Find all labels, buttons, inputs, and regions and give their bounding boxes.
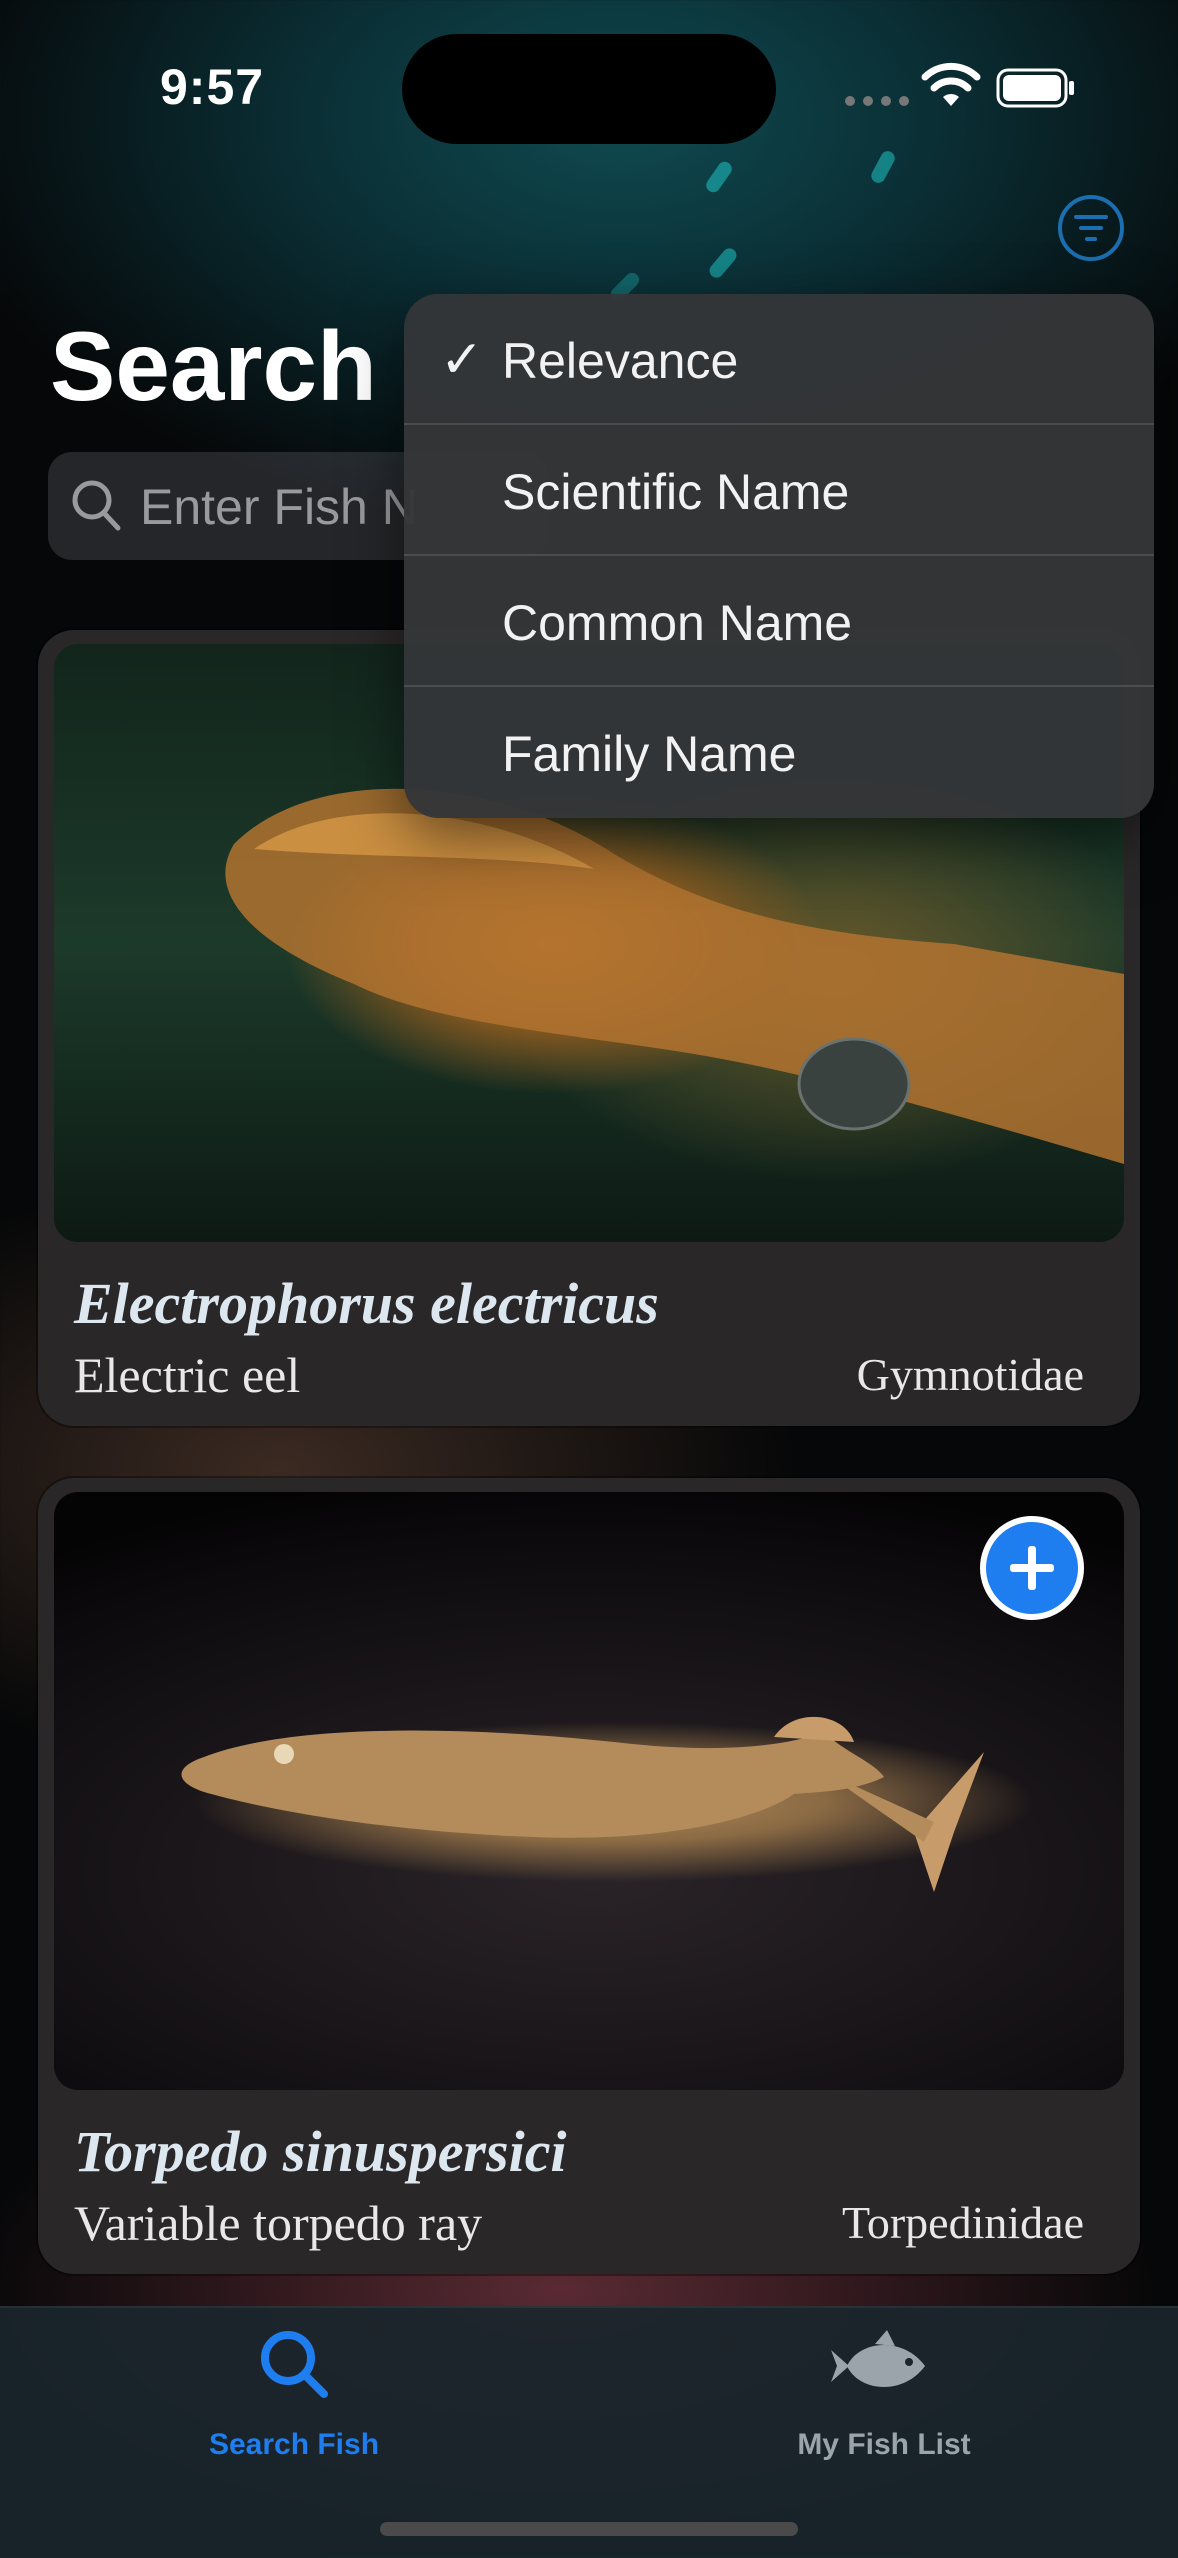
sort-filter-button[interactable] xyxy=(1058,195,1124,261)
sort-option-label: Scientific Name xyxy=(502,464,850,520)
tab-search-fish[interactable]: Search Fish xyxy=(144,2324,444,2474)
search-placeholder: Enter Fish N xyxy=(140,479,418,535)
sort-option-relevance[interactable]: ✓ Relevance xyxy=(404,294,1154,425)
tab-label: Search Fish xyxy=(208,2428,380,2461)
background-fish-decoration xyxy=(706,245,740,281)
add-to-list-button[interactable] xyxy=(980,1516,1084,1620)
filter-line xyxy=(1085,237,1097,241)
sort-option-label: Family Name xyxy=(502,726,797,782)
common-name: Variable torpedo ray xyxy=(74,2195,483,2251)
sort-option-family-name[interactable]: Family Name xyxy=(404,687,1154,818)
filter-line xyxy=(1079,226,1103,230)
common-name: Electric eel xyxy=(74,1347,301,1403)
sort-option-common-name[interactable]: Common Name xyxy=(404,556,1154,687)
plus-icon xyxy=(1028,1546,1036,1590)
dynamic-island xyxy=(402,34,776,144)
status-time: 9:57 xyxy=(160,59,265,115)
home-indicator xyxy=(380,2522,798,2536)
scientific-name: Electrophorus electricus xyxy=(74,1271,659,1336)
checkmark-icon: ✓ xyxy=(440,331,484,389)
filter-line xyxy=(1074,215,1108,219)
family-name: Torpedinidae xyxy=(841,2197,1084,2248)
page-title: Search xyxy=(50,311,377,421)
fish-icon xyxy=(831,2330,925,2388)
battery-icon xyxy=(996,68,1074,108)
ray-illustration xyxy=(181,1716,984,1892)
background-fish-decoration xyxy=(703,159,735,195)
sort-option-scientific-name[interactable]: Scientific Name xyxy=(404,425,1154,556)
tab-bar: Search Fish My Fish List xyxy=(0,2306,1178,2558)
sort-option-label: Common Name xyxy=(502,595,853,651)
search-icon xyxy=(72,480,121,531)
magnifyingglass-icon xyxy=(261,2331,328,2398)
sort-option-label: Relevance xyxy=(502,333,739,389)
tab-my-fish-list[interactable]: My Fish List xyxy=(734,2324,1034,2474)
sort-menu: ✓ Relevance Scientific Name Common Name … xyxy=(404,294,1154,818)
cellular-signal-icon xyxy=(845,96,909,106)
tab-label: My Fish List xyxy=(797,2428,971,2461)
wifi-icon xyxy=(921,62,981,106)
scientific-name: Torpedo sinuspersici xyxy=(74,2119,567,2184)
fish-result-card[interactable]: Torpedo sinuspersici Variable torpedo ra… xyxy=(38,1478,1140,2274)
background-fish-decoration xyxy=(868,148,898,186)
family-name: Gymnotidae xyxy=(856,1349,1084,1400)
fish-photo xyxy=(54,1492,1124,2090)
